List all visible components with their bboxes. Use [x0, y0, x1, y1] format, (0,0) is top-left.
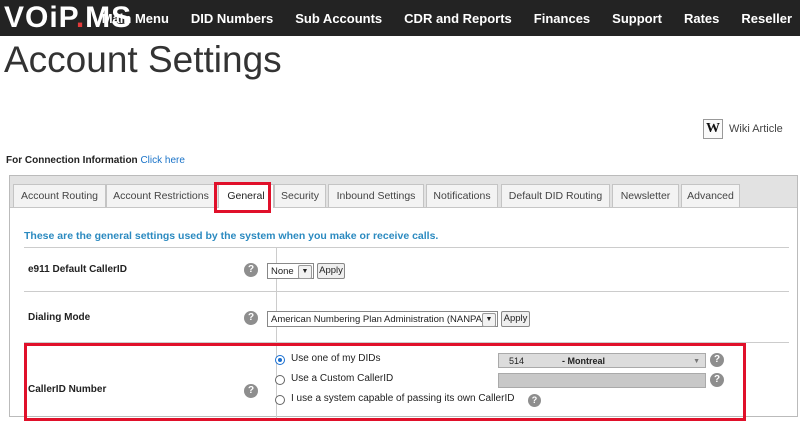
callerid-option-use-did-radio[interactable] [275, 355, 285, 365]
help-icon[interactable]: ? [528, 394, 541, 407]
dialing-mode-row: Dialing Mode ? American Numbering Plan A… [24, 292, 789, 343]
e911-label: e911 Default CallerID [28, 264, 127, 275]
nav-item-sub-accounts[interactable]: Sub Accounts [295, 11, 382, 26]
wiki-article-link[interactable]: W Wiki Article [703, 119, 783, 139]
settings-panel: Account Routing Account Restrictions Gen… [9, 175, 798, 421]
e911-select-value: None [271, 266, 294, 277]
dialing-mode-select[interactable]: American Numbering Plan Administration (… [267, 311, 498, 327]
settings-tab-bar: Account Routing Account Restrictions Gen… [10, 176, 797, 208]
page-title: Account Settings [4, 39, 282, 80]
logo-text-voip: VOiP [4, 1, 76, 34]
callerid-option-own-system-radio[interactable] [275, 395, 285, 405]
nav-item-reseller[interactable]: Reseller [741, 11, 792, 26]
nav-item-finances[interactable]: Finances [534, 11, 590, 26]
did-city: - Montreal [562, 356, 606, 366]
callerid-did-select[interactable]: 514 - Montreal ▼ [498, 353, 706, 368]
logo-text-dot: . [75, 1, 86, 34]
wikipedia-icon: W [703, 119, 723, 139]
callerid-option-own-system-label: I use a system capable of passing its ow… [291, 393, 515, 404]
nav-menu: Main Menu DID Numbers Sub Accounts CDR a… [102, 0, 792, 36]
help-icon[interactable]: ? [710, 373, 724, 387]
nav-item-rates[interactable]: Rates [684, 11, 719, 26]
nav-item-main-menu[interactable]: Main Menu [102, 11, 169, 26]
help-icon[interactable]: ? [244, 311, 258, 325]
custom-callerid-input[interactable] [498, 373, 706, 388]
connection-info-link[interactable]: Click here [140, 155, 184, 166]
general-settings-description: These are the general settings used by t… [24, 230, 439, 242]
connection-info-label: For Connection Information [6, 155, 138, 166]
top-navigation-bar: VOiP.MS Main Menu DID Numbers Sub Accoun… [0, 0, 800, 36]
callerid-label: CallerID Number [28, 384, 107, 395]
help-icon[interactable]: ? [710, 353, 724, 367]
dialing-mode-apply-button[interactable]: Apply [501, 311, 530, 327]
did-number: 514 [509, 356, 525, 366]
tab-security[interactable]: Security [274, 184, 326, 207]
nav-item-cdr-and-reports[interactable]: CDR and Reports [404, 11, 512, 26]
dialing-mode-select-value: American Numbering Plan Administration (… [271, 314, 486, 325]
help-icon[interactable]: ? [244, 384, 258, 398]
nav-item-support[interactable]: Support [612, 11, 662, 26]
tab-advanced[interactable]: Advanced [681, 184, 740, 207]
e911-apply-button[interactable]: Apply [317, 263, 345, 279]
tab-notifications[interactable]: Notifications [426, 184, 498, 207]
connection-info: For Connection Information Click here [6, 155, 185, 166]
tab-general[interactable]: General [218, 184, 274, 208]
chevron-down-icon: ▼ [482, 313, 496, 327]
general-settings-table: e911 Default CallerID ? None ▼ Apply Dia… [24, 247, 789, 418]
tab-default-did-routing[interactable]: Default DID Routing [501, 184, 610, 207]
chevron-down-icon: ▼ [693, 358, 700, 365]
e911-row: e911 Default CallerID ? None ▼ Apply [24, 248, 789, 292]
tab-inbound-settings[interactable]: Inbound Settings [328, 184, 424, 207]
e911-callerid-select[interactable]: None ▼ [267, 263, 314, 279]
callerid-option-custom-radio[interactable] [275, 375, 285, 385]
dialing-mode-label: Dialing Mode [28, 312, 91, 323]
nav-item-did-numbers[interactable]: DID Numbers [191, 11, 273, 26]
help-icon[interactable]: ? [244, 263, 258, 277]
tab-account-restrictions[interactable]: Account Restrictions [106, 184, 216, 207]
wiki-article-label: Wiki Article [729, 123, 783, 135]
tab-newsletter[interactable]: Newsletter [612, 184, 679, 207]
callerid-option-custom-label: Use a Custom CallerID [291, 373, 394, 384]
chevron-down-icon: ▼ [298, 265, 312, 279]
callerid-row: CallerID Number ? Use one of my DIDs 514… [24, 343, 789, 418]
callerid-option-use-did-label: Use one of my DIDs [291, 353, 381, 364]
tab-account-routing[interactable]: Account Routing [13, 184, 106, 207]
